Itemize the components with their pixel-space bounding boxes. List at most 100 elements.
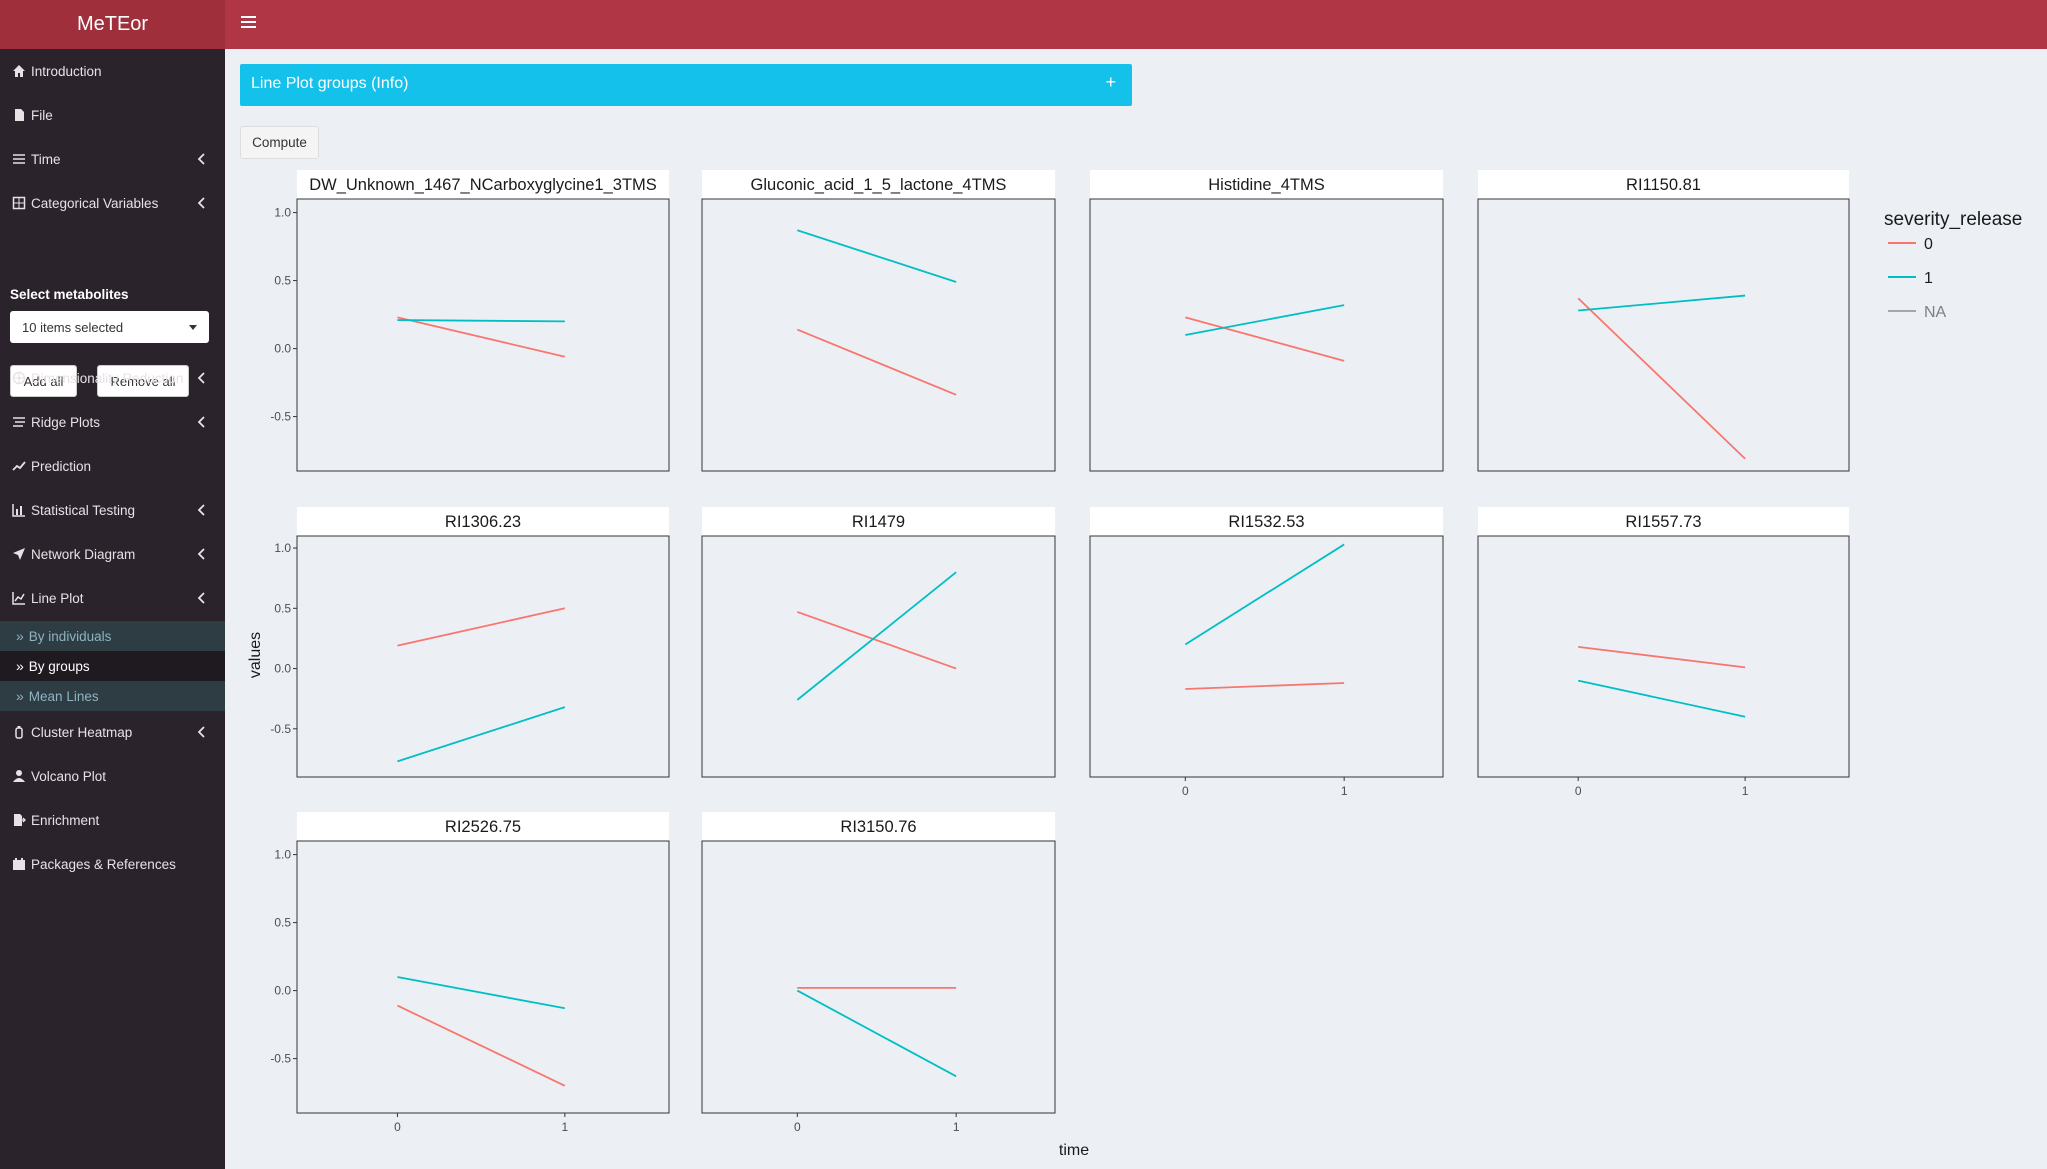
y-tick-label: 0.0 [274, 984, 291, 998]
x-axis-title: time [1059, 1142, 1089, 1159]
info-box-header[interactable]: Line Plot groups (Info) + [240, 64, 1132, 106]
panel-border [701, 535, 1056, 778]
sidebar-item-volcano-plot[interactable]: Volcano Plot [0, 761, 225, 791]
panel-border [701, 840, 1056, 1114]
info-box-title: Line Plot groups (Info) [251, 75, 409, 92]
trend-icon [12, 459, 26, 473]
sidebar-item-enrichment[interactable]: Enrichment [0, 805, 225, 835]
file-export-icon [12, 813, 26, 827]
line-chart-icon [12, 591, 26, 605]
panel-border [296, 198, 670, 472]
user-icon [12, 769, 26, 783]
sidebar-item-line-plot[interactable]: Line Plot [0, 583, 225, 613]
facet-panel: RI1150.81 [1477, 170, 1850, 472]
sidebar-subitem-mean-lines[interactable]: » Mean Lines [0, 681, 225, 711]
x-tick-label: 1 [953, 1120, 960, 1134]
compute-button[interactable]: Compute [240, 126, 319, 159]
facet-panel: RI1479 [701, 507, 1056, 778]
y-tick-label: 1.0 [274, 206, 291, 220]
facet-panel: RI2526.75 1.0 0.5 0.0 -0.5 0 1 [270, 812, 670, 1134]
facet-title: RI1532.53 [1228, 513, 1304, 531]
sidebar-item-label: Categorical Variables [31, 195, 159, 211]
facet-panel: DW_Unknown_1467_NCarboxyglycine1_3TMS 1.0… [270, 170, 670, 472]
facet-panel: RI3150.76 0 1 [701, 812, 1056, 1134]
sidebar-item-introduction[interactable]: Introduction [0, 56, 225, 86]
y-tick-label: 0.5 [274, 916, 291, 930]
y-tick-label: 0.0 [274, 342, 291, 356]
y-tick-label: 0.5 [274, 274, 291, 288]
panel-border [1477, 198, 1850, 472]
sidebar-item-categorical-variables[interactable]: Categorical Variables [0, 188, 225, 218]
calendar-icon [12, 857, 26, 871]
bar-chart-icon [12, 503, 26, 517]
sliders-icon [12, 152, 26, 166]
panel-border [296, 840, 670, 1114]
sidebar-subitem-label: Mean Lines [28, 688, 99, 704]
facet-title: DW_Unknown_1467_NCarboxyglycine1_3TMS [309, 176, 657, 194]
facet-panel: RI1306.23 1.0 0.5 0.0 -0.5 [270, 507, 670, 778]
sidebar-item-ridge-plots[interactable]: Ridge Plots [0, 407, 225, 437]
panel-border [701, 198, 1056, 472]
legend-label: 0 [1924, 236, 1933, 253]
chevron-left-icon [197, 416, 205, 431]
expand-plus-icon[interactable]: + [1105, 72, 1116, 93]
angle-double-right-icon: » [16, 688, 24, 704]
chevron-left-icon [197, 153, 205, 168]
legend-label: NA [1924, 304, 1947, 321]
metabolite-picker[interactable]: 10 items selected [10, 311, 209, 343]
x-tick-label: 1 [561, 1120, 568, 1134]
paper-plane-icon [12, 547, 26, 561]
sidebar-item-file[interactable]: File [0, 100, 225, 130]
app-logo[interactable]: MeTEor [0, 0, 225, 49]
file-icon [12, 108, 26, 122]
sidebar-item-dimensionality-reduction[interactable]: Dimensionality Reduction [0, 363, 225, 393]
sidebar-item-label: Cluster Heatmap [31, 724, 133, 740]
sidebar-toggle-icon[interactable] [241, 16, 256, 30]
chevron-left-icon [197, 197, 205, 212]
stream-icon [12, 415, 26, 429]
y-tick-label: -0.5 [270, 1052, 291, 1066]
chevron-left-icon [197, 372, 205, 387]
sidebar-item-statistical-testing[interactable]: Statistical Testing [0, 495, 225, 525]
sidebar-item-label: Ridge Plots [31, 414, 101, 430]
sidebar-item-cluster-heatmap[interactable]: Cluster Heatmap [0, 717, 225, 747]
y-axis-title: values [247, 632, 264, 678]
bottle-icon [12, 725, 26, 739]
facet-title: Gluconic_acid_1_5_lactone_4TMS [751, 176, 1007, 194]
sidebar-item-network-diagram[interactable]: Network Diagram [0, 539, 225, 569]
panel-border [1089, 535, 1444, 778]
chevron-left-icon [197, 726, 205, 741]
sidebar-item-label: Introduction [31, 63, 102, 79]
sidebar: Introduction File Time Categorical Variable… [0, 49, 225, 1169]
angle-double-right-icon: » [16, 628, 24, 644]
sidebar-item-label: Volcano Plot [31, 768, 107, 784]
sidebar-subitem-by-groups[interactable]: » By groups [0, 651, 225, 681]
y-tick-label: 1.0 [274, 848, 291, 862]
panel-border [1089, 198, 1444, 472]
facet-panel: RI1532.53 0 1 [1089, 507, 1444, 798]
facet-title: Histidine_4TMS [1208, 176, 1324, 194]
sidebar-item-label: Dimensionality Reduction [31, 370, 184, 386]
facet-title: RI2526.75 [445, 818, 521, 836]
panel-border [296, 535, 670, 778]
home-icon [12, 64, 26, 78]
angle-double-right-icon: » [16, 658, 24, 674]
dharma-wheel-icon [12, 371, 26, 385]
legend: severity_release 0 1 NA [1884, 209, 2022, 321]
sidebar-item-label: Line Plot [31, 590, 84, 606]
sidebar-item-packages-and-references[interactable]: Packages & References [0, 849, 225, 879]
x-tick-label: 0 [794, 1120, 801, 1134]
facet-panel: RI1557.73 0 1 [1477, 507, 1850, 798]
sidebar-item-time[interactable]: Time [0, 144, 225, 174]
sidebar-item-label: Packages & References [31, 856, 176, 872]
sidebar-item-label: Time [31, 151, 61, 167]
sidebar-subitem-label: By groups [28, 658, 90, 674]
top-navbar [225, 0, 2047, 49]
sidebar-item-label: Prediction [31, 458, 92, 474]
sidebar-subitem-by-individuals[interactable]: » By individuals [0, 621, 225, 651]
y-tick-label: 1.0 [274, 541, 291, 555]
sidebar-item-prediction[interactable]: Prediction [0, 451, 225, 481]
facet-title: RI1479 [852, 513, 905, 531]
select-metabolites-label: Select metabolites [10, 287, 129, 302]
sidebar-item-label: Enrichment [31, 812, 100, 828]
